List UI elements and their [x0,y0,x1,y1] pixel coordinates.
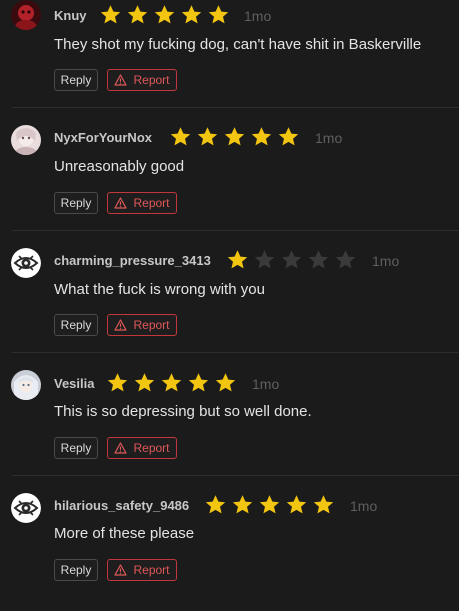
timestamp: 1mo [315,130,343,146]
star-rating [227,249,356,270]
star-filled-icon [188,373,209,392]
star-filled-icon [107,373,128,392]
star-filled-icon [313,495,334,514]
comment-item: Knuy 1mo They shot my fucking dog, can't… [0,0,459,122]
comment-list: Knuy 1mo They shot my fucking dog, can't… [0,0,459,594]
silver-hair-portrait-avatar-icon [11,370,41,400]
pale-portrait-avatar-icon [11,125,41,155]
divider [12,475,459,476]
username[interactable]: charming_pressure_3413 [54,253,211,268]
warning-triangle-icon [114,319,128,331]
star-empty-icon [281,250,302,269]
username[interactable]: hilarious_safety_9486 [54,498,189,513]
star-filled-icon [127,5,148,24]
report-button[interactable]: Report [107,192,177,214]
comment-item: hilarious_safety_9486 1mo More of these … [0,489,459,611]
star-filled-icon [181,5,202,24]
star-filled-icon [134,373,155,392]
star-filled-icon [197,127,218,146]
star-rating [205,494,334,515]
timestamp: 1mo [372,253,400,269]
star-filled-icon [251,127,272,146]
username[interactable]: Knuy [54,8,87,23]
user-avatar[interactable] [11,0,41,30]
star-filled-icon [208,5,229,24]
star-filled-icon [232,495,253,514]
comment-text: They shot my fucking dog, can't have shi… [54,36,422,53]
comment-item: NyxForYourNox 1mo Unreasonably good Repl… [0,122,459,244]
star-rating [107,372,236,393]
reply-button[interactable]: Reply [54,314,98,336]
divider [12,107,459,108]
username[interactable]: Vesilia [54,376,94,391]
warning-triangle-icon [114,74,128,86]
comment-item: charming_pressure_3413 1mo What the fuck… [0,244,459,366]
report-label: Report [133,441,170,455]
divider [12,230,459,231]
timestamp: 1mo [252,376,280,392]
star-rating [100,4,229,25]
warning-triangle-icon [114,442,128,454]
default-eye-avatar-icon [11,493,41,523]
user-avatar[interactable] [11,370,41,400]
comment-text: What the fuck is wrong with you [54,281,265,298]
reply-button[interactable]: Reply [54,192,98,214]
timestamp: 1mo [244,8,272,24]
report-label: Report [133,318,170,332]
user-avatar[interactable] [11,125,41,155]
star-filled-icon [286,495,307,514]
star-filled-icon [205,495,226,514]
star-filled-icon [278,127,299,146]
divider [12,352,459,353]
star-empty-icon [308,250,329,269]
report-label: Report [133,196,170,210]
star-filled-icon [161,373,182,392]
comment-item: Vesilia 1mo This is so depressing but so… [0,367,459,489]
reply-button[interactable]: Reply [54,69,98,91]
red-portrait-avatar-icon [11,0,41,30]
star-rating [170,126,299,147]
report-button[interactable]: Report [107,437,177,459]
comment-text: This is so depressing but so well done. [54,403,312,420]
star-filled-icon [224,127,245,146]
star-filled-icon [227,250,248,269]
warning-triangle-icon [114,564,128,576]
star-filled-icon [259,495,280,514]
star-filled-icon [215,373,236,392]
user-avatar[interactable] [11,493,41,523]
comment-text: More of these please [54,525,195,542]
user-avatar[interactable] [11,248,41,278]
warning-triangle-icon [114,197,128,209]
star-empty-icon [254,250,275,269]
star-empty-icon [335,250,356,269]
report-button[interactable]: Report [107,559,177,581]
star-filled-icon [154,5,175,24]
username[interactable]: NyxForYourNox [54,130,152,145]
reply-button[interactable]: Reply [54,437,98,459]
star-filled-icon [170,127,191,146]
timestamp: 1mo [350,498,378,514]
report-button[interactable]: Report [107,69,177,91]
default-eye-avatar-icon [11,248,41,278]
report-label: Report [133,73,170,87]
report-label: Report [133,563,170,577]
star-filled-icon [100,5,121,24]
report-button[interactable]: Report [107,314,177,336]
comment-text: Unreasonably good [54,158,185,175]
reply-button[interactable]: Reply [54,559,98,581]
